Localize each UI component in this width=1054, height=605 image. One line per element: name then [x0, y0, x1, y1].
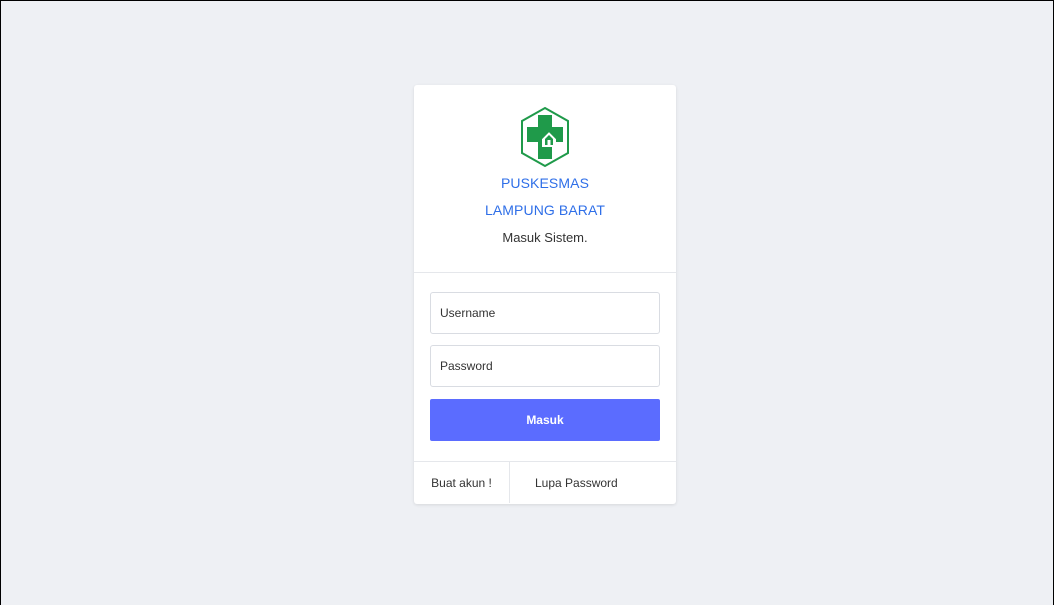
- brand-name-line1: PUSKESMAS: [500, 175, 590, 191]
- login-button[interactable]: Masuk: [430, 399, 660, 441]
- brand-name-line2: LAMPUNG BARAT: [484, 202, 606, 218]
- login-form: Masuk: [414, 273, 676, 462]
- register-link[interactable]: Buat akun !: [414, 462, 510, 503]
- password-input[interactable]: [430, 345, 660, 387]
- forgot-password-link[interactable]: Lupa Password: [510, 462, 618, 503]
- login-footer: Buat akun ! Lupa Password: [414, 462, 676, 503]
- login-card: PUSKESMAS LAMPUNG BARAT Masuk Sistem. Ma…: [414, 85, 676, 504]
- login-header: PUSKESMAS LAMPUNG BARAT Masuk Sistem.: [414, 85, 676, 273]
- login-subtitle: Masuk Sistem.: [502, 230, 588, 245]
- puskesmas-logo-icon: [521, 106, 569, 168]
- username-input[interactable]: [430, 292, 660, 334]
